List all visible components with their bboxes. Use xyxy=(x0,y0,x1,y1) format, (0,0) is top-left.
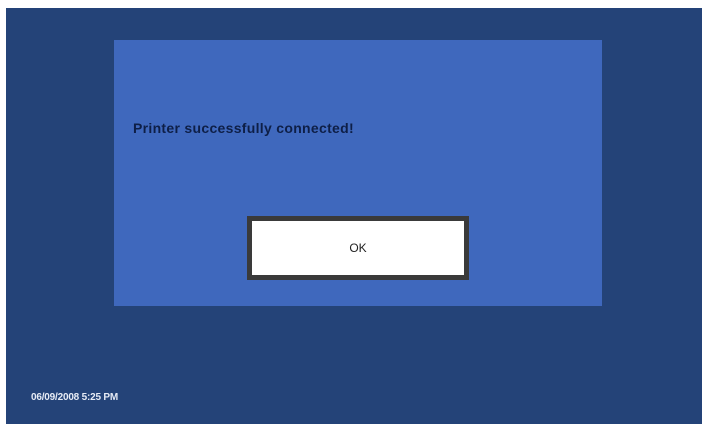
printer-screen: Printer successfully connected! OK 06/09… xyxy=(6,8,702,424)
confirmation-dialog: Printer successfully connected! OK xyxy=(114,40,602,306)
status-timestamp: 06/09/2008 5:25 PM xyxy=(31,392,119,403)
ok-button[interactable]: OK xyxy=(247,216,469,280)
dialog-message: Printer successfully connected! xyxy=(133,120,354,136)
